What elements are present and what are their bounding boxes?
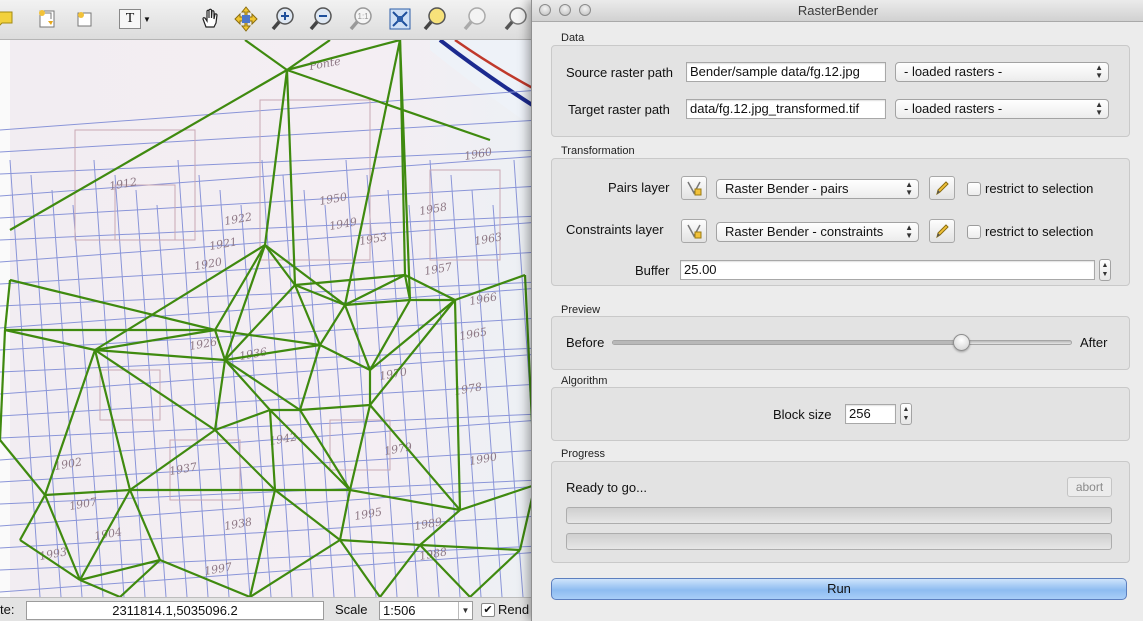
data-section-title: Data [561,32,585,44]
run-button[interactable]: Run [551,578,1127,600]
checkmark-icon: ✔ [483,604,493,616]
map-svg: Ponte19121950194919531958196319601957196… [0,40,540,597]
annotation-icon[interactable] [0,5,18,33]
zoom-last-icon[interactable] [503,5,531,33]
block-size-field[interactable]: 256 [845,404,896,424]
add-feature-icon[interactable] [70,5,98,33]
buffer-field[interactable]: 25.00 [680,260,1095,280]
progress-section-title: Progress [561,448,606,460]
render-checkbox[interactable]: ✔ [481,603,495,617]
scale-value: 1:506 [383,603,416,618]
scale-combo[interactable]: 1:506 ▼ [379,601,473,620]
pan-to-selection-icon[interactable] [232,5,260,33]
coordinate-label: te: [0,602,15,617]
updown-arrow-icon: ▲ ▼ [905,223,913,240]
source-combo-value: - loaded rasters - [904,64,1003,79]
constraints-toggle-edit-button[interactable] [929,219,955,243]
qgis-status-bar: te: 2311814.1,5035096.2 Scale 1:506 ▼ ✔ … [0,597,540,621]
preview-after-label: After [1080,335,1108,350]
pairs-layer-label: Pairs layer [608,180,670,195]
zoom-out-icon[interactable] [308,5,336,33]
new-layer-icon[interactable] [33,5,61,33]
svg-text:1:1: 1:1 [358,12,370,21]
zoom-to-selection-icon[interactable] [422,5,450,33]
constraints-layer-combo[interactable]: Raster Bender - constraints ▲ ▼ [716,222,919,242]
preview-slider[interactable] [612,334,1072,351]
progress-bar-2 [566,533,1112,550]
preview-slider-fill [613,341,962,344]
vector-layer-icon [687,181,702,196]
pairs-layer-combo[interactable]: Raster Bender - pairs ▲ ▼ [716,179,919,199]
abort-button[interactable]: abort [1067,477,1112,497]
preview-slider-thumb[interactable] [953,334,971,351]
coordinate-field[interactable]: 2311814.1,5035096.2 [26,601,324,620]
data-group [551,45,1130,137]
transformation-section-title: Transformation [561,145,635,157]
block-size-stepper[interactable]: ▲ ▼ [900,403,912,425]
buffer-stepper[interactable]: ▲ ▼ [1099,259,1111,281]
text-annotation-label: T [119,9,142,29]
updown-arrow-icon: ▲ ▼ [1095,63,1103,80]
qgis-toolbar: T ▼ 1:1 [0,0,540,40]
source-raster-combo[interactable]: - loaded rasters - ▲ ▼ [895,62,1109,82]
vector-layer-icon [687,224,702,239]
constraints-restrict-checkbox[interactable] [967,225,981,239]
algorithm-group [551,387,1130,441]
target-raster-field[interactable]: data/fg.12.jpg_transformed.tif [686,99,886,119]
buffer-label: Buffer [635,263,670,278]
target-raster-combo[interactable]: - loaded rasters - ▲ ▼ [895,99,1109,119]
source-raster-field[interactable]: Bender/sample data/fg.12.jpg [686,62,886,82]
progress-bar-1 [566,507,1112,524]
constraints-layer-create-button[interactable] [681,219,707,243]
chevron-down-icon[interactable]: ▼ [458,602,472,619]
progress-status: Ready to go... [566,480,647,495]
zoom-native-icon[interactable]: 1:1 [348,5,376,33]
pairs-restrict-label: restrict to selection [985,181,1094,196]
target-combo-value: - loaded rasters - [904,101,1003,116]
pairs-layer-create-button[interactable] [681,176,707,200]
pan-icon[interactable] [196,5,224,33]
preview-section-title: Preview [561,304,601,316]
pairs-combo-value: Raster Bender - pairs [725,181,849,196]
algorithm-section-title: Algorithm [561,375,608,387]
constraints-restrict-label: restrict to selection [985,224,1094,239]
constraints-combo-value: Raster Bender - constraints [725,224,884,239]
map-canvas[interactable]: Ponte 1912 1950 1949 1953 1958 1963 1960 1957 196… [0,40,540,597]
preview-before-label: Before [566,335,605,350]
source-raster-label: Source raster path [566,65,673,80]
target-raster-label: Target raster path [568,102,670,117]
constraints-layer-label: Constraints layer [566,222,664,237]
block-size-label: Block size [773,407,832,422]
updown-arrow-icon: ▲ ▼ [1095,100,1103,117]
window-titlebar: RasterBender [532,0,1143,22]
zoom-full-icon[interactable] [386,5,414,33]
zoom-in-icon[interactable] [270,5,298,33]
pencil-icon [936,224,949,239]
pairs-toggle-edit-button[interactable] [929,176,955,200]
scale-label: Scale [335,602,368,617]
zoom-to-layer-icon[interactable] [462,5,490,33]
updown-arrow-icon: ▲ ▼ [905,180,913,197]
render-label: Rend [498,602,530,617]
pencil-icon [936,181,949,196]
window-title: RasterBender [797,3,879,18]
pairs-restrict-checkbox[interactable] [967,182,981,196]
text-annotation-icon[interactable]: T ▼ [117,5,153,33]
